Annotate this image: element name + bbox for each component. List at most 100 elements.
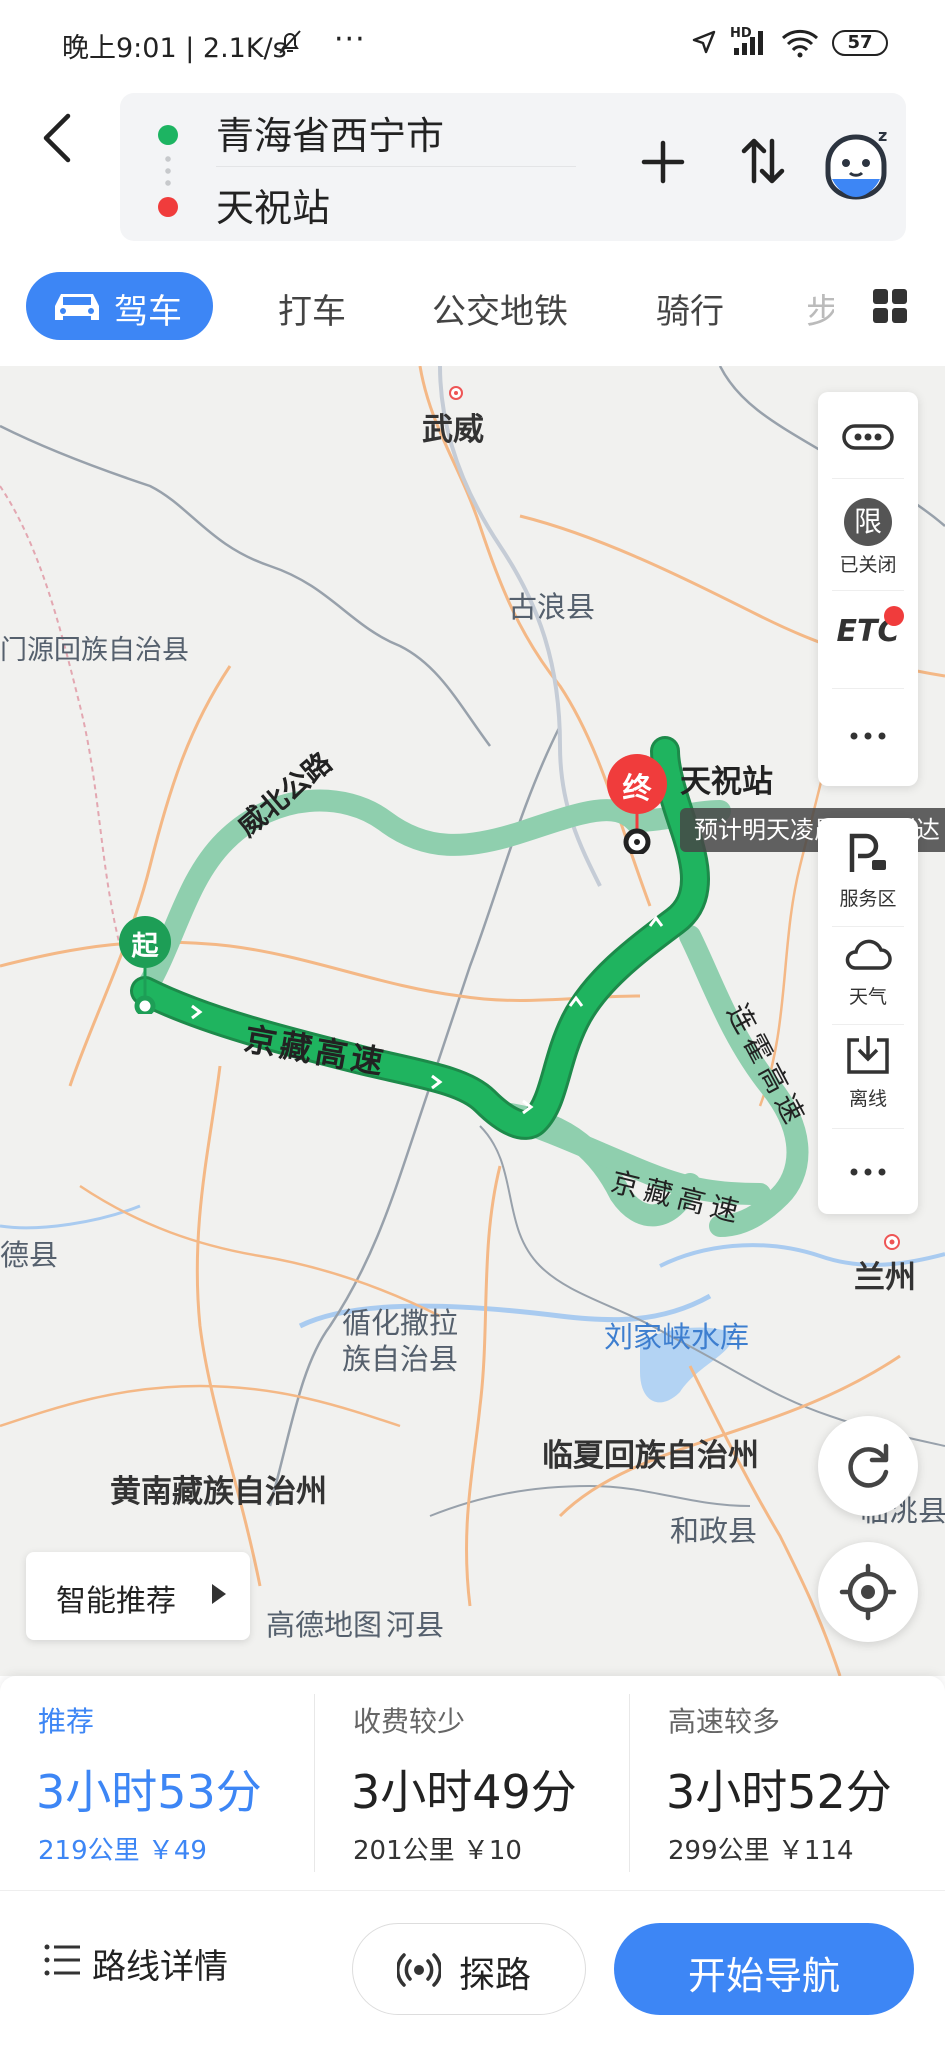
traffic-toggle[interactable]	[818, 422, 918, 456]
swap-arrows-icon	[741, 138, 785, 184]
more-tools-1[interactable]	[818, 726, 918, 745]
tab-drive[interactable]: 驾车	[26, 272, 213, 340]
wifi-icon	[780, 28, 820, 62]
restriction-label: 已关闭	[839, 554, 897, 576]
status-time: 晚上9:01 | 2.1K/s	[62, 33, 287, 64]
parking-icon	[849, 833, 886, 872]
probe-route-label: 探路	[459, 1955, 532, 1996]
offline-toggle[interactable]: 离线	[818, 1032, 918, 1111]
map-label-xunhua-2: 族自治县	[342, 1342, 459, 1376]
map-tools-panel-2: 服务区 天气 离线	[818, 818, 918, 1214]
route-distance-cost: 299公里 ￥114	[668, 1836, 854, 1866]
origin-field[interactable]: 青海省西宁市	[216, 105, 444, 160]
list-icon	[44, 1944, 80, 1976]
battery-indicator: 57	[832, 30, 888, 56]
route-distance-cost: 201公里 ￥10	[353, 1836, 522, 1866]
smart-recommend-label: 智能推荐	[56, 1584, 176, 1619]
offline-label: 离线	[848, 1088, 887, 1110]
more-modes-grid-icon[interactable]	[872, 288, 908, 324]
route-tag: 收费较少	[353, 1705, 466, 1738]
route-duration: 3小时49分	[351, 1765, 577, 1819]
map-watermark: 高德地图	[266, 1608, 383, 1642]
swap-route-button[interactable]	[740, 133, 786, 189]
more-tools-2[interactable]	[818, 1162, 918, 1181]
add-waypoint-button[interactable]	[638, 137, 688, 187]
car-icon	[55, 294, 99, 320]
end-pin[interactable]: 终	[604, 754, 670, 858]
route-connector	[165, 153, 171, 191]
refresh-button[interactable]	[818, 1416, 918, 1516]
tab-transit[interactable]: 公交地铁	[432, 284, 568, 333]
route-input-box: 青海省西宁市 天祝站 z	[120, 93, 906, 241]
restriction-icon: 限	[844, 498, 892, 546]
download-icon	[847, 1036, 889, 1074]
tab-drive-label: 驾车	[114, 292, 182, 332]
map-tools-panel-1: 限 已关闭 ETC	[818, 392, 918, 786]
tab-walk[interactable]: 步	[806, 284, 834, 333]
service-area-toggle[interactable]: 服务区	[818, 832, 918, 911]
map-label-gulang: 古浪县	[508, 590, 596, 624]
tab-ride[interactable]: 骑行	[656, 284, 724, 333]
start-pin-label: 起	[131, 931, 159, 962]
destination-dot-icon	[158, 197, 178, 217]
divider	[832, 1024, 904, 1025]
more-dots-icon	[850, 1168, 886, 1176]
restriction-toggle[interactable]: 限 已关闭	[818, 498, 918, 577]
start-navigation-label: 开始导航	[687, 1954, 840, 1998]
voice-assistant-icon[interactable]: z	[820, 123, 896, 203]
map-label-liujiaxia: 刘家峡水库	[604, 1320, 750, 1354]
refresh-icon	[848, 1443, 889, 1488]
smart-recommend-button[interactable]: 智能推荐	[26, 1552, 250, 1640]
probe-route-button[interactable]: 探路	[352, 1923, 586, 2015]
divider	[832, 590, 904, 591]
service-area-label: 服务区	[839, 888, 897, 910]
tab-taxi[interactable]: 打车	[278, 284, 346, 333]
location-arrow-icon	[690, 28, 718, 60]
more-dots-icon	[850, 732, 886, 740]
route-details-label: 路线详情	[92, 1947, 228, 1987]
traffic-bar-icon	[842, 424, 894, 450]
map-label-huangnan: 黄南藏族自治州	[110, 1474, 327, 1510]
chevron-left-icon	[43, 113, 71, 163]
end-station-name: 天祝站	[680, 764, 773, 800]
divider	[216, 166, 576, 167]
svg-text:z: z	[878, 126, 887, 145]
route-distance-cost: 219公里 ￥49	[38, 1836, 207, 1866]
route-options: 推荐 3小时53分 219公里 ￥49 收费较少 3小时49分 201公里 ￥1…	[0, 1676, 945, 1890]
route-option-less-toll[interactable]: 收费较少 3小时49分 201公里 ￥10	[315, 1676, 630, 1890]
map-label-wuwei: 武威	[422, 412, 484, 448]
route-option-recommended[interactable]: 推荐 3小时53分 219公里 ￥49	[0, 1676, 315, 1890]
route-option-more-highway[interactable]: 高速较多 3小时52分 299公里 ￥114	[630, 1676, 945, 1890]
signal-icon	[732, 30, 768, 60]
divider	[832, 688, 904, 689]
etc-toggle[interactable]: ETC	[818, 606, 918, 649]
weather-label: 天气	[848, 986, 887, 1008]
caret-right-icon	[212, 1584, 226, 1604]
route-duration: 3小时53分	[36, 1765, 262, 1819]
route-details-button[interactable]: 路线详情	[44, 1943, 228, 1987]
plus-icon	[641, 140, 685, 184]
back-button[interactable]	[38, 106, 78, 166]
locate-me-button[interactable]	[818, 1542, 918, 1642]
map-label-de-county: 德县	[0, 1238, 59, 1272]
start-pin[interactable]: 起	[115, 914, 175, 1018]
route-tag: 推荐	[38, 1705, 95, 1738]
map-label-linxia: 临夏回族自治州	[542, 1438, 759, 1474]
route-header: 青海省西宁市 天祝站 z	[0, 88, 945, 248]
transport-mode-tabs: 驾车 打车 公交地铁 骑行 步	[0, 248, 945, 366]
map-label-hezheng: 和政县	[670, 1514, 758, 1548]
route-duration: 3小时52分	[666, 1765, 892, 1819]
cloud-icon	[845, 939, 892, 970]
status-bar: 晚上9:01 | 2.1K/s ··· HD 57	[0, 0, 945, 88]
start-navigation-button[interactable]: 开始导航	[614, 1923, 914, 2015]
map-label-menyuan: 门源回族自治县	[0, 635, 189, 666]
bottom-action-bar: 路线详情 探路 开始导航	[0, 1890, 945, 2048]
locate-crosshair-icon	[839, 1563, 897, 1621]
route-tag: 高速较多	[668, 1705, 781, 1738]
etc-badge	[884, 606, 904, 626]
divider	[832, 478, 904, 479]
status-more-icon: ···	[334, 22, 366, 57]
weather-toggle[interactable]: 天气	[818, 934, 918, 1009]
destination-field[interactable]: 天祝站	[216, 177, 330, 232]
route-map[interactable]: 武威 古浪县 门源回族自治县 兰州 德县 循化撒拉 族自治县 刘家峡水库 临夏回…	[0, 366, 945, 1676]
